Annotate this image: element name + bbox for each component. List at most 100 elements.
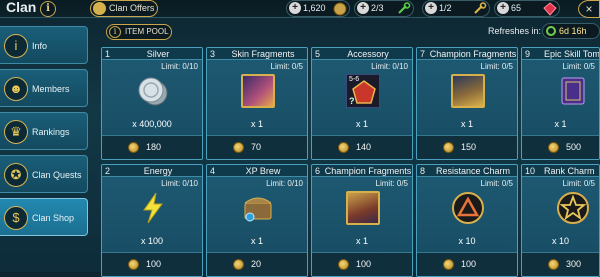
gold-key-amount: 1/2 — [439, 3, 452, 13]
item-pool-button[interactable]: i ITEM POOL — [106, 24, 172, 40]
silver-amount: 1,620 — [303, 3, 326, 13]
energy-bolt-icon — [143, 192, 163, 224]
sidebar-item-label: Clan Shop — [32, 213, 75, 223]
plus-icon[interactable]: + — [425, 2, 437, 14]
accessory-icon: 5-6 ? — [346, 74, 380, 108]
card-price-bar: 100 — [417, 252, 517, 276]
shop-card[interactable]: 8 Resistance Charm Limit: 0/5 x 10 100 — [416, 164, 518, 277]
sidebar-item-info[interactable]: i Info — [0, 26, 88, 64]
refresh-timer: 6d 16h — [542, 23, 600, 39]
card-price: 70 — [251, 142, 262, 152]
refresh-time-value: 6d 16h — [559, 26, 587, 36]
card-number: 8 — [420, 166, 426, 176]
shop-card[interactable]: 9 Epic Skill Tome Limit: 0/5 x 1 500 — [521, 47, 600, 160]
card-title: Resistance Charm — [435, 166, 511, 176]
card-price-bar: 150 — [417, 135, 517, 159]
card-number: 5 — [315, 49, 321, 59]
card-quantity: x 1 — [250, 119, 263, 129]
sidebar-item-rankings[interactable]: ♛ Rankings — [0, 112, 88, 150]
skin-fragment-icon — [241, 74, 275, 108]
card-price-bar: 100 — [312, 252, 412, 276]
shop-card[interactable]: 4 XP Brew Limit: 0/10 x 1 20 — [206, 164, 308, 277]
card-limit: Limit: 0/5 — [270, 62, 303, 71]
gold-key-resource[interactable]: + 1/2 — [422, 0, 490, 17]
silver-coin-icon — [333, 2, 347, 16]
sidebar-item-clan-shop[interactable]: $ Clan Shop — [0, 198, 88, 236]
card-quantity: x 10 — [551, 236, 569, 246]
shop-card[interactable]: 3 Skin Fragments Limit: 0/5 x 1 70 — [206, 47, 308, 160]
card-title: Champion Fragments — [324, 166, 412, 176]
mystery-mark: ? — [349, 96, 355, 106]
card-price: 100 — [356, 259, 372, 269]
card-limit: Limit: 0/5 — [480, 62, 513, 71]
key-icon — [398, 2, 411, 14]
card-limit: Limit: 0/5 — [480, 179, 513, 188]
key-amount: 2/3 — [371, 3, 384, 13]
refresh-label: Refreshes in: — [488, 26, 542, 36]
card-price: 300 — [566, 259, 582, 269]
sidebar-item-clan-quests[interactable]: ✪ Clan Quests — [0, 155, 88, 193]
shop-card[interactable]: 5 Accessory Limit: 0/10 5-6 ? x 1 140 — [311, 47, 413, 160]
top-bar: Clan i Clan Offers + 1,620 + 2/3 + 1/2 +… — [0, 0, 600, 18]
clan-coin-icon — [443, 142, 454, 153]
card-quantity: x 1 — [250, 236, 263, 246]
card-quantity: x 1 — [460, 119, 473, 129]
shop-card[interactable]: 6 Champion Fragments Limit: 0/5 x 1 100 — [311, 164, 413, 277]
card-number: 2 — [105, 166, 111, 176]
shop-card[interactable]: 7 Champion Fragments Limit: 0/5 x 1 150 — [416, 47, 518, 160]
card-header: 1 Silver — [102, 48, 202, 60]
card-price: 150 — [461, 142, 477, 152]
card-header: 7 Champion Fragments — [417, 48, 517, 60]
card-quantity: x 1 — [355, 236, 368, 246]
card-title: Champion Fragments — [429, 49, 517, 59]
card-price: 180 — [146, 142, 162, 152]
card-header: 5 Accessory — [312, 48, 412, 60]
card-price-bar: 100 — [102, 252, 202, 276]
card-price: 100 — [461, 259, 477, 269]
card-number: 4 — [210, 166, 216, 176]
clan-coin-icon — [128, 259, 139, 270]
sidebar-item-label: Rankings — [32, 127, 70, 137]
clan-coin-icon — [128, 142, 139, 153]
silver-resource[interactable]: + 1,620 — [286, 0, 350, 17]
close-button[interactable]: × — [578, 0, 600, 18]
silver-coins-icon — [138, 77, 168, 106]
card-limit: Limit: 0/10 — [161, 179, 198, 188]
sidebar-item-label: Clan Quests — [32, 170, 82, 180]
gold-key-icon — [474, 2, 487, 14]
card-number: 1 — [105, 49, 111, 59]
sidebar-item-members[interactable]: ☻ Members — [0, 69, 88, 107]
info-icon: i — [4, 34, 28, 58]
key-resource[interactable]: + 2/3 — [354, 0, 414, 17]
card-price-bar: 20 — [207, 252, 307, 276]
plus-icon[interactable]: + — [289, 2, 301, 14]
shop-card[interactable]: 1 Silver Limit: 0/10 x 400,000 180 — [101, 47, 203, 160]
card-price-bar: 70 — [207, 135, 307, 159]
card-title: Energy — [143, 166, 173, 176]
rank-charm-icon — [557, 192, 589, 224]
info-icon[interactable]: i — [40, 1, 56, 17]
medal-icon: ✪ — [4, 163, 28, 187]
card-header: 10 Rank Charm — [522, 165, 599, 177]
plus-icon[interactable]: + — [357, 2, 369, 14]
card-limit: Limit: 0/10 — [266, 179, 303, 188]
clan-coin-icon — [338, 142, 349, 153]
members-icon: ☻ — [4, 77, 28, 101]
clan-coin-icon — [548, 259, 559, 270]
card-title: Epic Skill Tome — [544, 49, 599, 59]
shop-card[interactable]: 10 Rank Charm Limit: 0/5 x 10 300 — [521, 164, 600, 277]
clan-offers-label: Clan Offers — [109, 3, 155, 13]
plus-icon[interactable]: + — [497, 2, 509, 14]
xp-brew-chest-icon — [244, 197, 272, 222]
card-limit: Limit: 0/5 — [562, 62, 595, 71]
card-header: 3 Skin Fragments — [207, 48, 307, 60]
shop-card[interactable]: 2 Energy Limit: 0/10 x 100 100 — [101, 164, 203, 277]
clan-coin-icon — [233, 142, 244, 153]
card-price-bar: 500 — [522, 135, 599, 159]
card-header: 8 Resistance Charm — [417, 165, 517, 177]
clan-coin-icon — [233, 259, 244, 270]
clan-offers-button[interactable]: Clan Offers — [90, 0, 158, 17]
champion-fragment-icon — [451, 74, 485, 108]
gem-resource[interactable]: + 65 — [494, 0, 560, 17]
card-header: 2 Energy — [102, 165, 202, 177]
